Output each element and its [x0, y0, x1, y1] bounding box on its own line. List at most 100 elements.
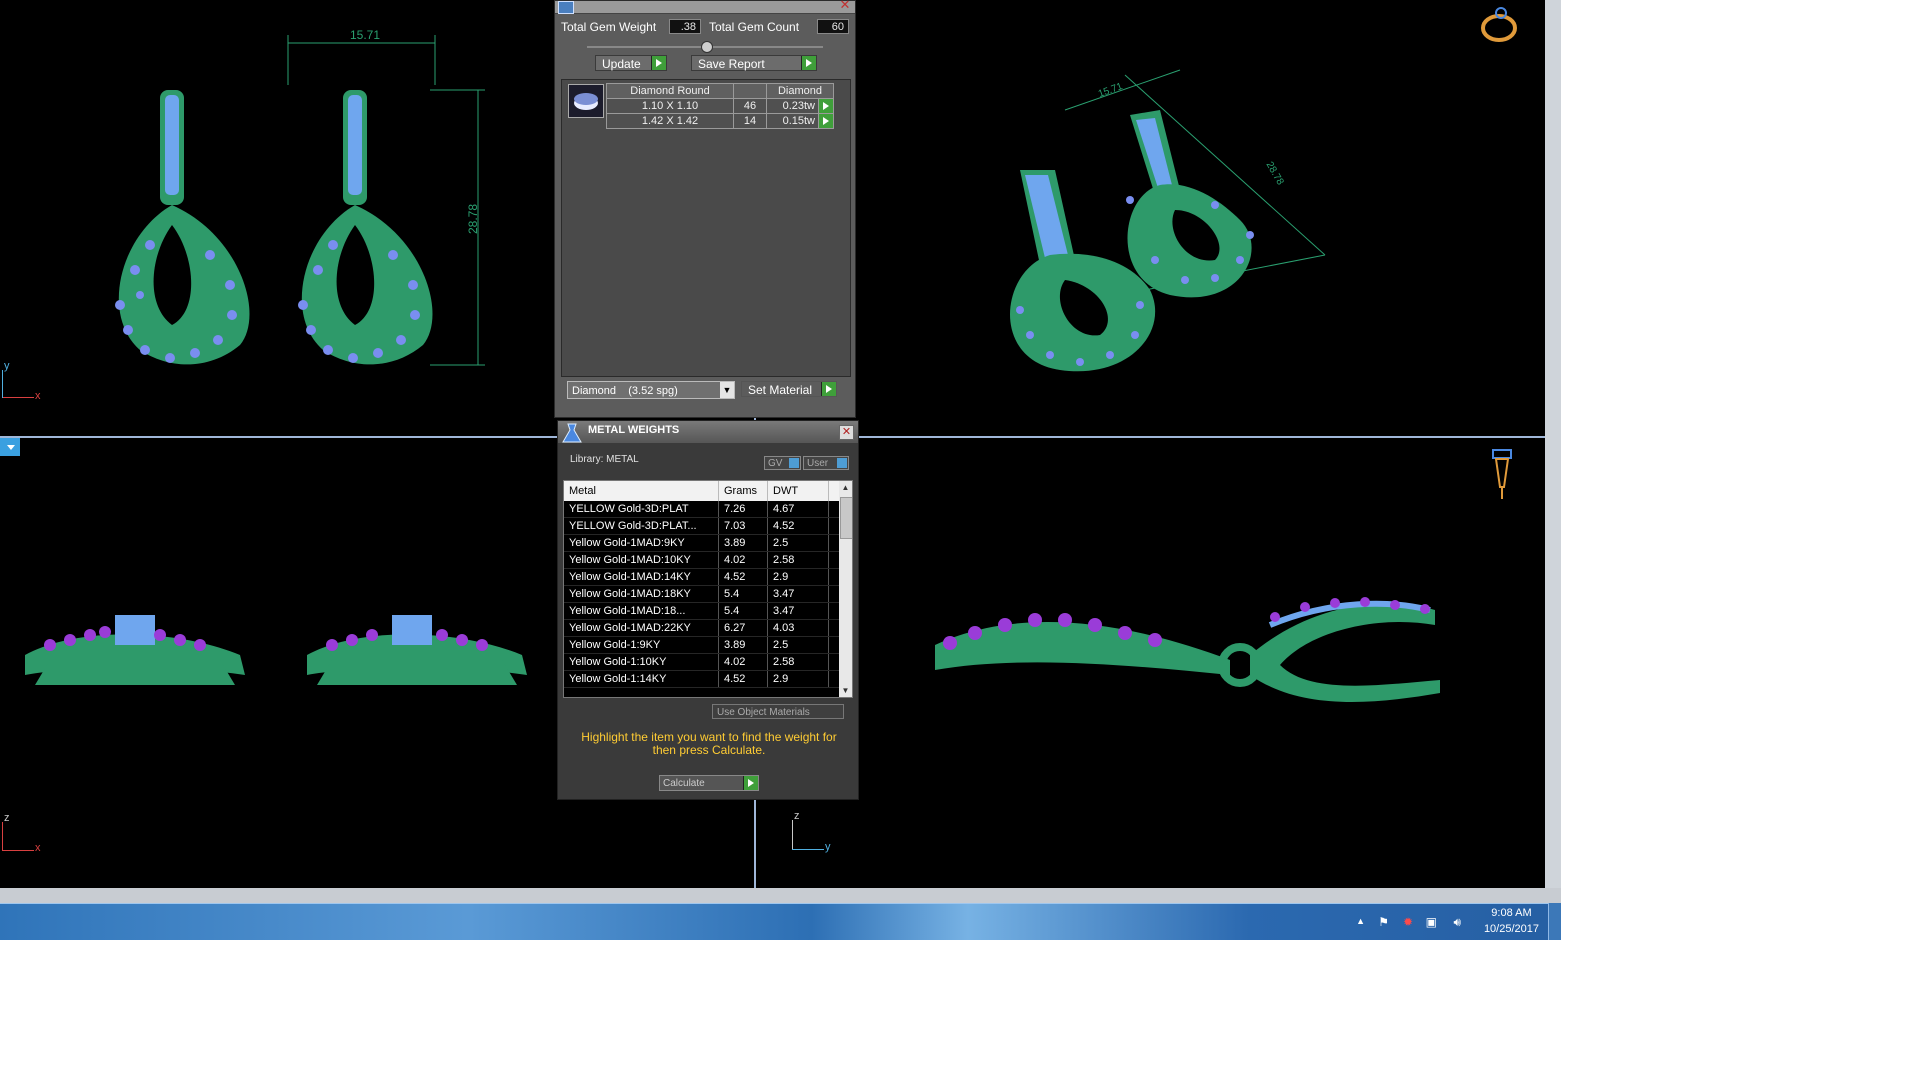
- play-icon: [651, 56, 666, 70]
- clock-date: 10/25/2017: [1483, 923, 1539, 935]
- metal-panel-title: METAL WEIGHTS: [588, 424, 680, 436]
- metal-cell-dwt: 2.9: [767, 568, 829, 586]
- user-toggle[interactable]: User: [803, 456, 849, 470]
- use-object-materials-button[interactable]: Use Object Materials: [712, 704, 844, 719]
- column-header-dwt[interactable]: DWT: [767, 481, 829, 501]
- gem-panel-titlebar[interactable]: ✕: [555, 0, 855, 14]
- use-object-materials-label: Use Object Materials: [717, 707, 810, 718]
- play-icon: [801, 56, 816, 70]
- metal-row[interactable]: Yellow Gold-1MAD:14KY 4.52 2.9: [564, 568, 850, 586]
- gv-toggle-label: GV: [768, 458, 783, 469]
- toggle-indicator-icon: [789, 458, 799, 468]
- show-desktop-button[interactable]: [1548, 903, 1561, 940]
- axis-y-line: [2, 370, 3, 398]
- side-right-view-model[interactable]: [930, 585, 1460, 715]
- metal-cell-metal: Yellow Gold-1:9KY: [564, 636, 719, 654]
- system-clock[interactable]: 9:08 AM 10/25/2017: [1484, 905, 1539, 937]
- column-header-grams[interactable]: Grams: [718, 481, 768, 501]
- pendant-view-icon[interactable]: [1490, 447, 1514, 501]
- metal-cell-metal: YELLOW Gold-3D:PLAT: [564, 501, 719, 518]
- diamond-thumbnail[interactable]: [568, 84, 604, 118]
- axis-z-line-lower: [2, 822, 3, 850]
- metal-row[interactable]: YELLOW Gold-3D:PLAT... 7.03 4.52: [564, 517, 850, 535]
- perspective-view-model[interactable]: [980, 69, 1360, 380]
- scroll-down-icon[interactable]: ▼: [839, 684, 852, 697]
- viewport-frame-right: [1545, 0, 1561, 888]
- metal-row[interactable]: YELLOW Gold-3D:PLAT 7.26 4.67: [564, 501, 850, 518]
- axis-x-line-lower: [2, 850, 34, 851]
- gem-size: 1.10 X 1.10: [606, 98, 734, 114]
- metal-cell-metal: Yellow Gold-1MAD:18...: [564, 602, 719, 620]
- earring-left: [115, 90, 250, 365]
- total-gem-count-label: Total Gem Count: [709, 20, 800, 34]
- metal-cell-grams: 3.89: [718, 636, 768, 654]
- axis-z-label-lower: z: [4, 812, 10, 824]
- close-icon[interactable]: ✕: [838, 0, 852, 11]
- side-left-view-model[interactable]: [20, 600, 540, 720]
- chevron-down-icon[interactable]: ▼: [720, 382, 734, 398]
- metal-cell-dwt: 2.5: [767, 534, 829, 552]
- metal-row[interactable]: Yellow Gold-1:9KY 3.89 2.5: [564, 636, 850, 654]
- metal-cell-grams: 4.52: [718, 670, 768, 688]
- network-icon[interactable]: ▣: [1426, 915, 1437, 929]
- scroll-thumb[interactable]: [840, 497, 852, 539]
- gem-row[interactable]: 1.42 X 1.42 14 0.15tw: [606, 113, 834, 129]
- metal-row[interactable]: Yellow Gold-1MAD:22KY 6.27 4.03: [564, 619, 850, 637]
- windows-taskbar: ▲ ⚑ ✹ ▣ 🔊︎ 9:08 AM 10/25/2017: [0, 903, 1561, 940]
- toggle-indicator-icon: [837, 458, 847, 468]
- metal-row[interactable]: Yellow Gold-1MAD:10KY 4.02 2.58: [564, 551, 850, 569]
- metal-cell-metal: YELLOW Gold-3D:PLAT...: [564, 517, 719, 535]
- front-view-model[interactable]: [90, 25, 510, 375]
- metal-cell-grams: 7.26: [718, 501, 768, 518]
- metal-table-container[interactable]: Metal Grams DWT YELLOW Gold-3D:PLAT 7.26 4…: [563, 480, 853, 698]
- calculate-hint: Highlight the item you want to find the …: [581, 730, 837, 757]
- action-center-icon[interactable]: ⚑: [1378, 915, 1389, 929]
- close-icon[interactable]: ✕: [839, 425, 854, 440]
- metal-cell-grams: 4.02: [718, 551, 768, 569]
- calculate-button-label: Calculate: [663, 778, 705, 789]
- metal-panel-titlebar[interactable]: METAL WEIGHTS ✕: [558, 421, 858, 443]
- gv-toggle[interactable]: GV: [764, 456, 801, 470]
- material-select[interactable]: Diamond (3.52 spg) ▼: [567, 381, 735, 399]
- metal-row[interactable]: Yellow Gold-1MAD:9KY 3.89 2.5: [564, 534, 850, 552]
- security-icon[interactable]: ✹: [1403, 915, 1413, 929]
- diamond-icon: [574, 93, 598, 110]
- select-gem-icon[interactable]: [818, 113, 834, 129]
- scroll-up-icon[interactable]: ▲: [839, 481, 852, 494]
- column-header-metal[interactable]: Metal: [564, 481, 719, 501]
- viewport-menu-icon[interactable]: [0, 438, 20, 456]
- set-material-button[interactable]: Set Material: [741, 381, 837, 397]
- slider-knob[interactable]: [701, 41, 713, 53]
- select-gem-icon[interactable]: [818, 98, 834, 114]
- metal-cell-metal: Yellow Gold-1:14KY: [564, 670, 719, 688]
- metal-row[interactable]: Yellow Gold-1:14KY 4.52 2.9: [564, 670, 850, 688]
- calculate-button[interactable]: Calculate: [659, 775, 759, 791]
- ring-view-icon[interactable]: [1477, 4, 1521, 44]
- user-toggle-label: User: [807, 458, 829, 469]
- volume-icon[interactable]: 🔊︎: [1453, 915, 1461, 930]
- metal-cell-metal: Yellow Gold-1:10KY: [564, 653, 719, 671]
- metal-row[interactable]: Yellow Gold-1MAD:18KY 5.4 3.47: [564, 585, 850, 603]
- total-gem-count-value: 60: [817, 19, 849, 34]
- gem-weight: 0.23tw: [766, 98, 819, 114]
- update-button[interactable]: Update: [595, 55, 667, 71]
- gem-header-count: [733, 83, 767, 99]
- viewport-frame-bottom: [0, 888, 1561, 903]
- metal-cell-metal: Yellow Gold-1MAD:22KY: [564, 619, 719, 637]
- metal-table: Metal Grams DWT YELLOW Gold-3D:PLAT 7.26 4…: [564, 481, 850, 688]
- metal-table-scrollbar[interactable]: ▲ ▼: [839, 481, 852, 697]
- metal-row[interactable]: Yellow Gold-1MAD:18... 5.4 3.47: [564, 602, 850, 620]
- axis-y-line-lower-right: [792, 849, 824, 850]
- gem-row[interactable]: 1.10 X 1.10 46 0.23tw: [606, 98, 834, 114]
- metal-row[interactable]: Yellow Gold-1:10KY 4.02 2.58: [564, 653, 850, 671]
- save-report-button[interactable]: Save Report: [691, 55, 817, 71]
- gem-header-type: Diamond: [766, 83, 834, 99]
- axis-z-label-lower-right: z: [794, 810, 800, 822]
- set-material-button-label: Set Material: [748, 383, 813, 397]
- metal-table-body: YELLOW Gold-3D:PLAT 7.26 4.67 YELLOW Gold-3…: [564, 501, 850, 688]
- save-report-button-label: Save Report: [698, 57, 765, 71]
- gem-list: Diamond Round Diamond 1.10 X 1.10 46 0.2…: [561, 79, 851, 377]
- tray-expand-icon[interactable]: ▲: [1356, 916, 1365, 926]
- metal-cell-dwt: 4.52: [767, 517, 829, 535]
- axis-y-label: y: [4, 360, 10, 372]
